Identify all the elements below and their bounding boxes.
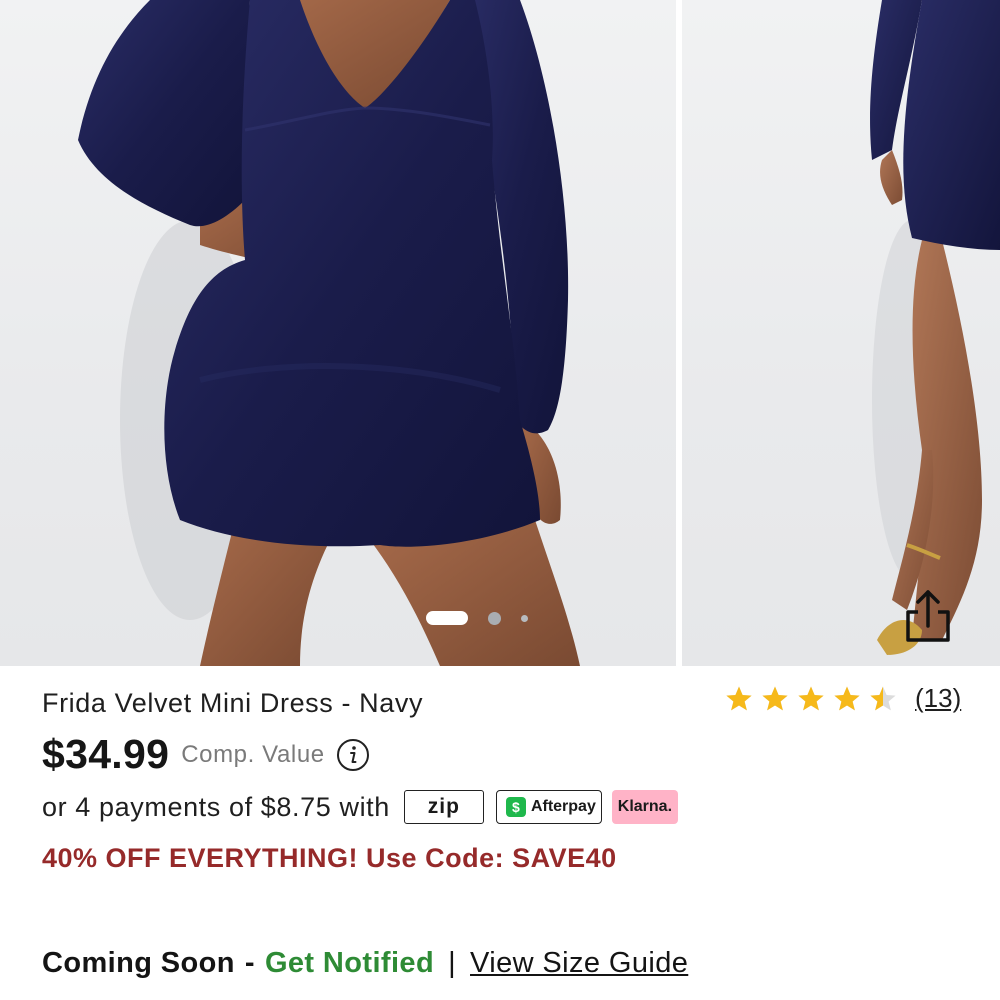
product-price: $34.99 bbox=[42, 731, 170, 777]
product-image-front[interactable] bbox=[0, 0, 676, 666]
divider: | bbox=[448, 947, 457, 979]
star-icon bbox=[870, 686, 896, 710]
zip-badge[interactable]: zip bbox=[403, 790, 484, 824]
comp-value-label: Comp. Value bbox=[181, 740, 325, 768]
product-image-side[interactable] bbox=[682, 0, 1000, 666]
star-icon bbox=[762, 686, 788, 710]
availability-status: Coming Soon bbox=[42, 947, 235, 979]
klarna-badge[interactable]: Klarna. bbox=[611, 790, 678, 824]
installment-row: or 4 payments of $8.75 with zip $ Afterp… bbox=[42, 790, 678, 824]
installment-text: or 4 payments of $8.75 with bbox=[42, 791, 390, 822]
afterpay-label: Afterpay bbox=[530, 798, 596, 815]
star-icon bbox=[726, 686, 752, 710]
klarna-label: Klarna. bbox=[617, 798, 673, 815]
star-icon bbox=[798, 686, 824, 710]
promo-banner: 40% OFF EVERYTHING! Use Code: SAVE40 bbox=[42, 843, 617, 873]
product-image-carousel[interactable] bbox=[0, 0, 1000, 666]
rating-stars bbox=[725, 685, 897, 713]
dress-front-photo bbox=[78, 0, 580, 666]
share-icon[interactable] bbox=[896, 586, 960, 646]
carousel-dot[interactable] bbox=[521, 614, 528, 622]
afterpay-logo-icon: $ bbox=[505, 797, 526, 817]
info-icon[interactable] bbox=[336, 738, 370, 772]
product-title: Frida Velvet Mini Dress - Navy bbox=[42, 688, 424, 718]
get-notified-link[interactable]: Get Notified bbox=[265, 947, 434, 980]
product-rating[interactable]: (13) bbox=[725, 683, 961, 714]
carousel-dot[interactable] bbox=[488, 611, 501, 625]
zip-label: zip bbox=[427, 795, 460, 818]
review-count-link[interactable]: (13) bbox=[915, 683, 961, 714]
carousel-dot-active[interactable] bbox=[426, 611, 468, 625]
size-guide-link[interactable]: View Size Guide bbox=[470, 947, 688, 980]
price-row: $34.99 Comp. Value bbox=[42, 731, 370, 778]
carousel-pagination[interactable] bbox=[426, 610, 528, 626]
dress-side-photo bbox=[870, 0, 1000, 655]
availability-separator: - bbox=[244, 947, 255, 979]
afterpay-badge[interactable]: $ Afterpay bbox=[495, 790, 602, 824]
star-icon bbox=[834, 686, 860, 710]
availability-row: Coming Soon - Get Notified | View Size G… bbox=[42, 947, 688, 980]
